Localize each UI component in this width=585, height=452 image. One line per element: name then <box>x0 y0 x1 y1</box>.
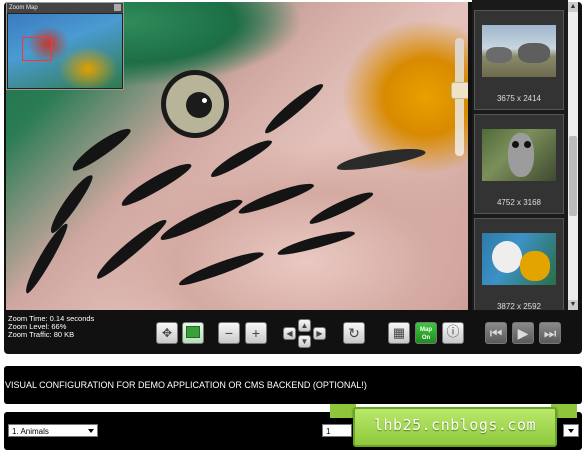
pan-icon[interactable]: ✥ <box>156 322 178 344</box>
pan-down-icon[interactable]: ▼ <box>298 335 311 348</box>
pan-right-icon[interactable]: ▶ <box>313 327 326 340</box>
pan-left-icon[interactable]: ◀ <box>283 327 296 340</box>
thumbnail-item[interactable]: 3675 x 2414 <box>474 10 564 110</box>
scroll-down-icon[interactable]: ▼ <box>568 300 578 310</box>
zoom-map-title: Zoom Map <box>7 3 123 13</box>
reset-icon[interactable]: ↻ <box>343 322 365 344</box>
zoom-in-icon[interactable]: + <box>245 322 267 344</box>
secondary-select[interactable]: 1 <box>322 424 352 437</box>
zoom-slider-handle[interactable] <box>451 82 468 99</box>
feather-stripe <box>306 187 376 228</box>
zoom-map-viewport-box[interactable] <box>22 37 52 61</box>
scrollbar-thumb[interactable] <box>569 136 577 216</box>
category-select-value: 1. Animals <box>12 427 49 436</box>
scroll-up-icon[interactable]: ▲ <box>568 2 578 12</box>
thumbnail-item[interactable]: 3872 x 2592 <box>474 218 564 310</box>
map-toggle-icon[interactable]: Map On <box>415 322 437 344</box>
thumbnail-caption: 4752 x 3168 <box>496 198 542 207</box>
zoom-map-panel[interactable]: Zoom Map <box>6 2 124 90</box>
feather-stripe <box>207 135 275 181</box>
rhino-shape <box>486 47 512 63</box>
secondary-select-value: 1 <box>326 427 331 436</box>
thumbnail-owl <box>482 129 556 181</box>
feather-stripe <box>335 144 427 174</box>
region-box <box>186 326 200 338</box>
owl-shape <box>508 133 534 177</box>
close-icon[interactable] <box>114 4 121 11</box>
zoom-traffic: Zoom Traffic: 80 KB <box>8 330 75 339</box>
parrot-head <box>492 241 522 273</box>
rhino-shape <box>518 43 550 63</box>
feather-stripe <box>260 79 327 137</box>
zoom-status: Zoom Time: 0.14 seconds Zoom Level: 66% … <box>8 315 94 339</box>
zoom-map-image[interactable] <box>8 14 122 88</box>
thumbnail-caption: 3675 x 2414 <box>496 94 542 103</box>
feather-stripe <box>45 171 97 236</box>
thumbnail-caption: 3872 x 2592 <box>496 302 542 310</box>
feather-stripe <box>68 123 134 175</box>
watermark-text: lhb25.cnblogs.com <box>373 416 537 434</box>
parrot-body <box>520 251 550 281</box>
last-icon[interactable]: ⏭ <box>539 322 561 344</box>
feather-stripe <box>117 157 195 211</box>
map-label: Map <box>420 327 432 333</box>
eye-glint <box>202 98 207 103</box>
pan-up-icon[interactable]: ▲ <box>298 319 311 332</box>
tertiary-select[interactable] <box>563 424 579 437</box>
chevron-down-icon <box>568 429 574 433</box>
config-banner-text: VISUAL CONFIGURATION FOR DEMO APPLICATIO… <box>5 380 367 390</box>
owl-eye <box>512 141 519 148</box>
thumbnail-item[interactable]: 4752 x 3168 <box>474 114 564 214</box>
feather-stripe <box>157 193 245 245</box>
zoom-out-icon[interactable]: − <box>218 322 240 344</box>
category-select[interactable]: 1. Animals <box>8 424 98 437</box>
thumbnail-parrot <box>482 233 556 285</box>
thumbnail-rhinos <box>482 25 556 77</box>
thumbnail-strip: 3675 x 2414 4752 x 3168 3872 x 2592 <box>472 0 568 310</box>
eye-pupil <box>186 92 212 118</box>
owl-eye <box>524 141 531 148</box>
region-select-icon[interactable] <box>182 322 204 344</box>
feather-stripe <box>20 220 72 296</box>
on-label: On <box>421 335 431 341</box>
info-icon[interactable]: ⓘ <box>442 322 464 344</box>
play-icon[interactable]: ▶ <box>512 322 534 344</box>
feather-stripe <box>236 178 316 218</box>
grid-icon[interactable]: ▦ <box>388 322 410 344</box>
chevron-down-icon <box>88 429 94 433</box>
feather-stripe <box>275 226 357 259</box>
feather-stripe <box>92 214 170 283</box>
first-icon[interactable]: ⏮ <box>485 322 507 344</box>
feather-stripe <box>176 246 266 290</box>
thumbnail-scrollbar[interactable]: ▲ ▼ <box>568 2 578 310</box>
